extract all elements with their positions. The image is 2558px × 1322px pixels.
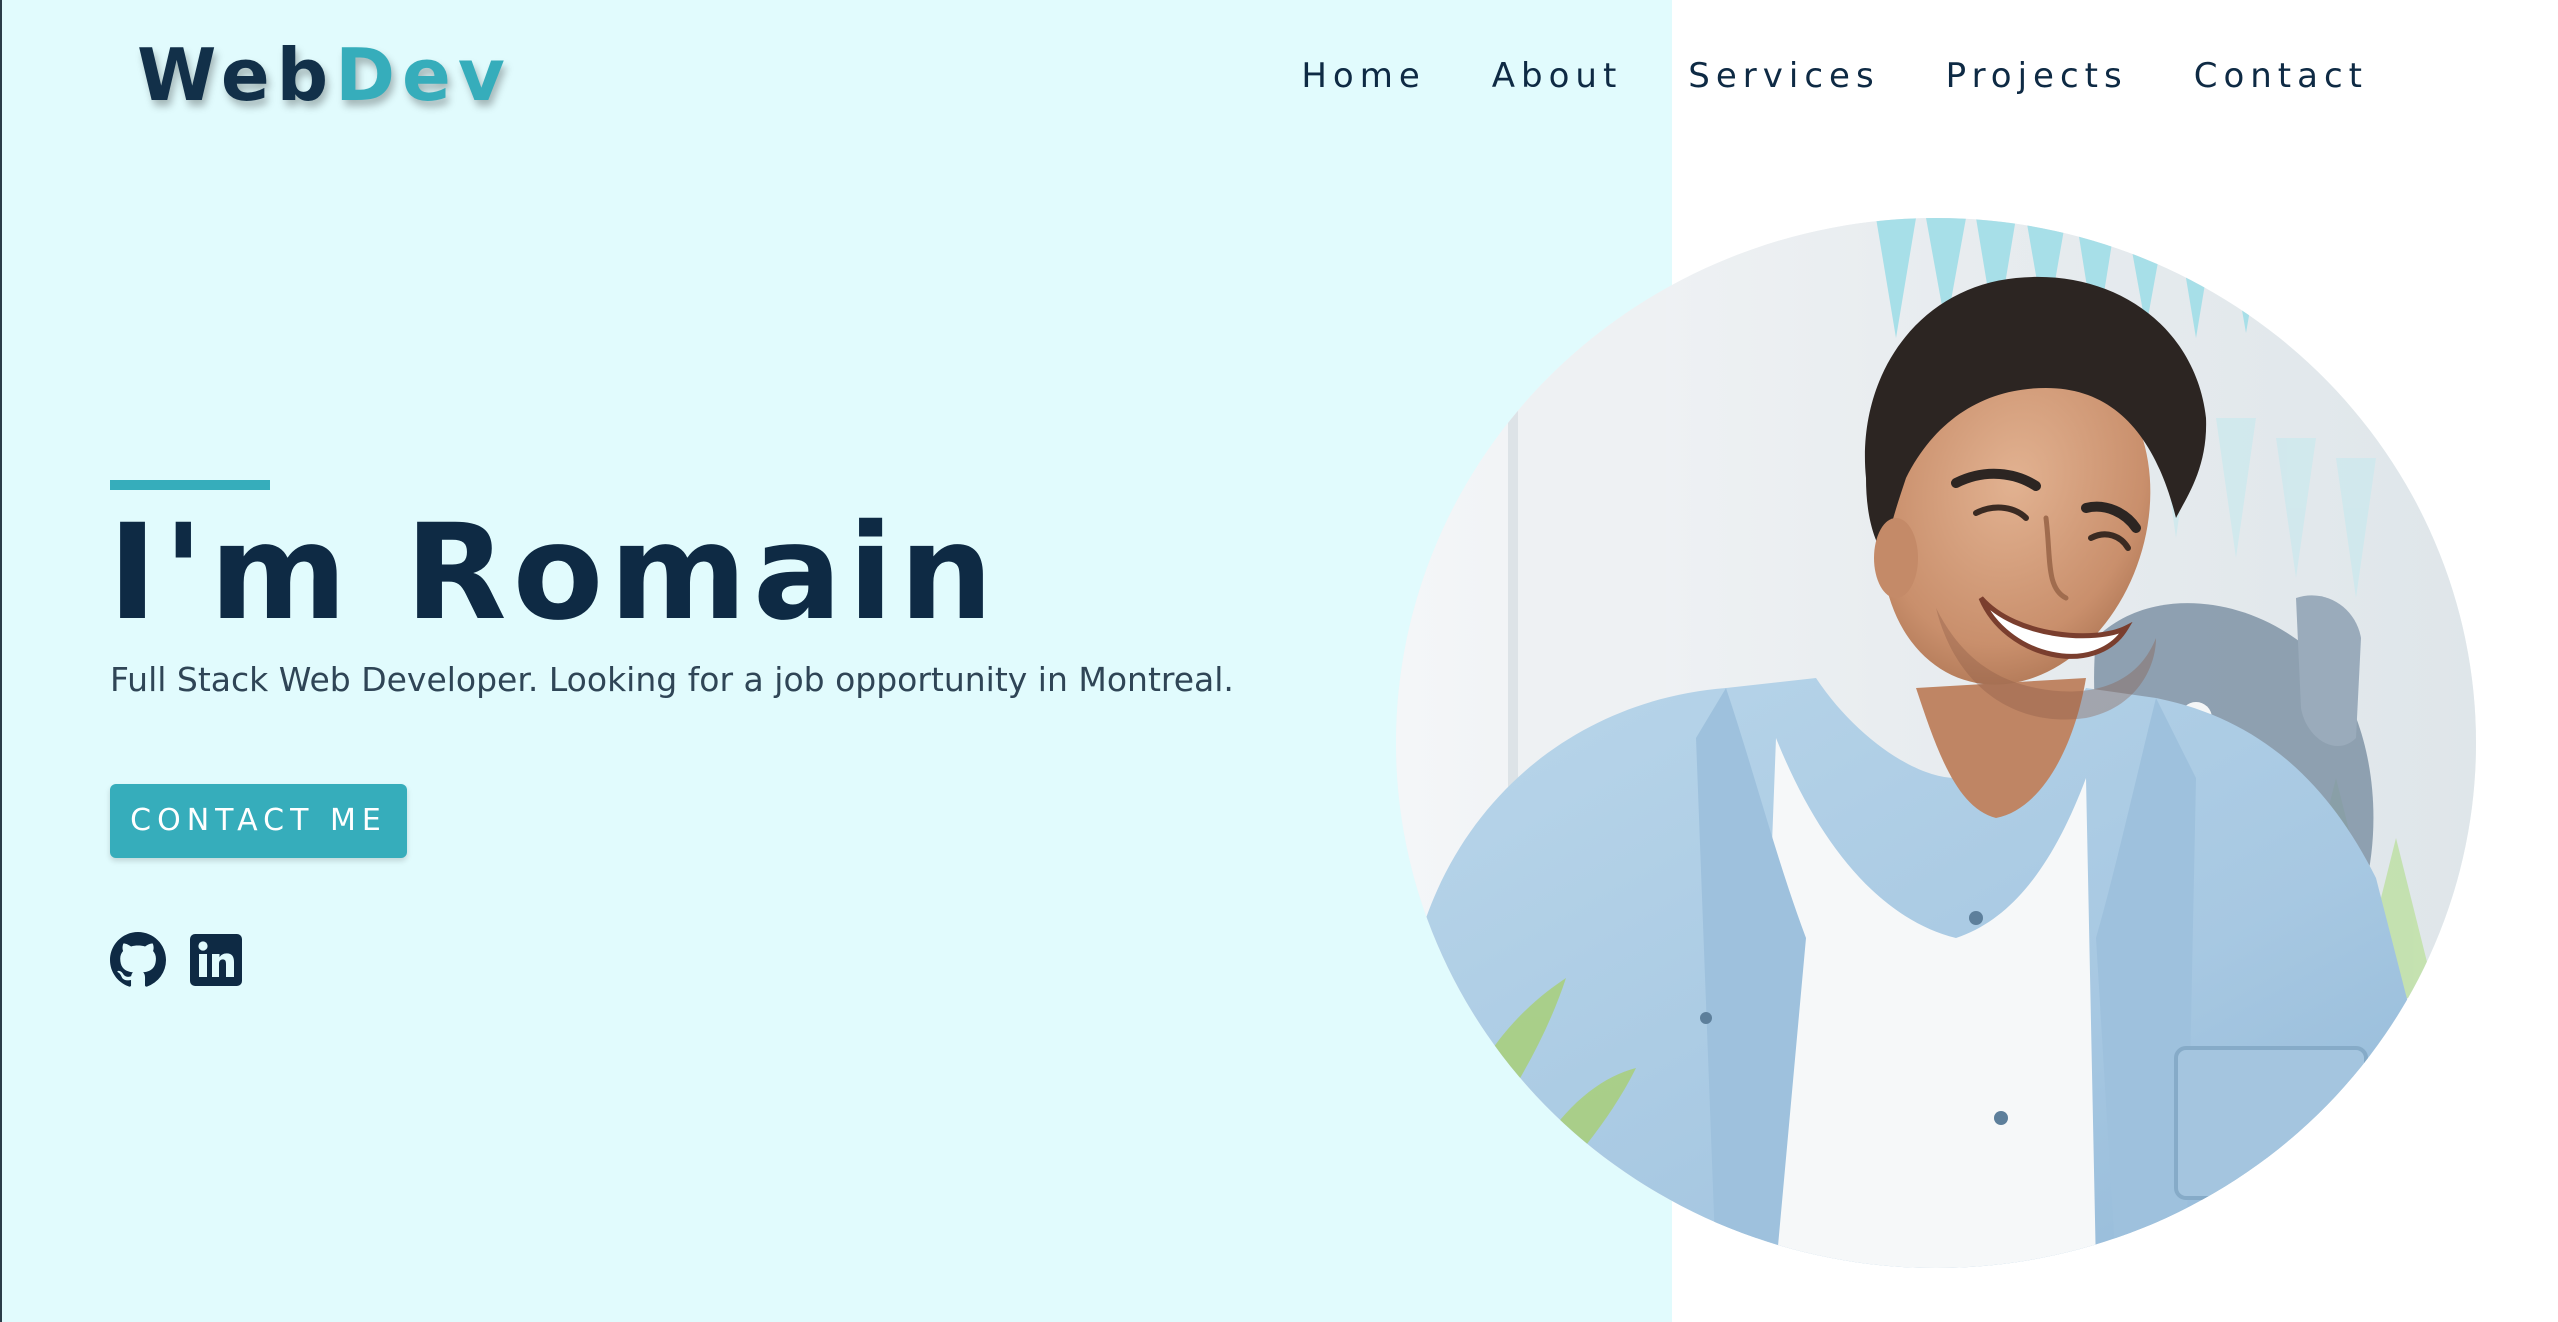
- nav-item-about[interactable]: About: [1492, 50, 1623, 102]
- nav-item-contact[interactable]: Contact: [2194, 50, 2368, 102]
- logo-text-dev: Dev: [335, 33, 512, 117]
- linkedin-icon: [190, 934, 242, 986]
- github-icon: [110, 932, 166, 987]
- hero-subtitle: Full Stack Web Developer. Looking for a …: [110, 660, 1234, 699]
- linkedin-link[interactable]: [188, 932, 244, 988]
- window-edge: [0, 0, 2, 1322]
- contact-me-button[interactable]: CONTACT ME: [110, 784, 407, 858]
- github-link[interactable]: [110, 932, 166, 988]
- nav-item-services[interactable]: Services: [1688, 50, 1879, 102]
- main-nav: Home About Services Projects Contact: [1301, 50, 2368, 102]
- social-links: [110, 932, 244, 988]
- title-accent-bar: [110, 480, 270, 490]
- site-logo[interactable]: WebDev: [137, 30, 512, 120]
- nav-item-projects[interactable]: Projects: [1946, 50, 2128, 102]
- nav-item-home[interactable]: Home: [1301, 50, 1425, 102]
- landing-page: WebDev Home About Services Projects Cont…: [0, 0, 2558, 1322]
- hero-title: I'm Romain: [108, 496, 1000, 650]
- profile-photo: [1396, 218, 2476, 1268]
- logo-text-web: Web: [137, 33, 336, 117]
